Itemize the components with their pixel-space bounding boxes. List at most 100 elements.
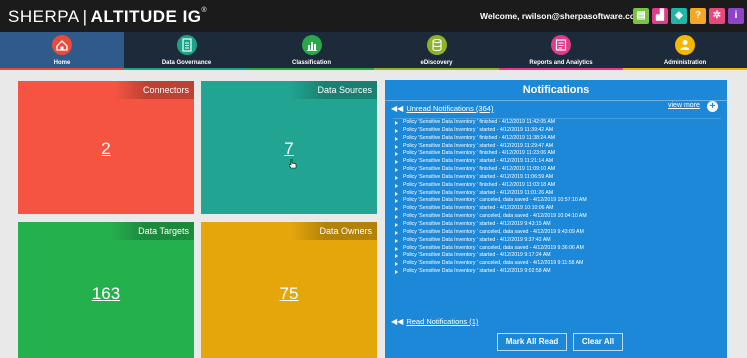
notification-item[interactable]: Policy 'Sensitive Data Inventory ' start… bbox=[393, 268, 721, 276]
caret-right-icon bbox=[395, 152, 398, 157]
brand-mark: ® bbox=[201, 7, 208, 14]
notification-item[interactable]: Policy 'Sensitive Data Inventory ' start… bbox=[393, 143, 721, 151]
caret-right-icon bbox=[395, 121, 398, 125]
chart-icon[interactable]: ▟ bbox=[652, 8, 668, 24]
notification-item[interactable]: Policy 'Sensitive Data Inventory ' cance… bbox=[393, 229, 721, 237]
notification-text: Policy 'Sensitive Data Inventory ' cance… bbox=[403, 244, 584, 251]
tile-value[interactable]: 163 bbox=[18, 284, 194, 304]
info-icon[interactable]: i bbox=[728, 8, 744, 24]
user-menu[interactable]: Welcome, rwilson@sherpasoftware.com▾ bbox=[480, 11, 648, 21]
notification-text: Policy 'Sensitive Data Inventory ' cance… bbox=[403, 213, 587, 220]
notification-item[interactable]: Policy 'Sensitive Data Inventory ' finis… bbox=[393, 166, 721, 174]
notification-text: Policy 'Sensitive Data Inventory ' cance… bbox=[403, 228, 584, 235]
notification-text: Policy 'Sensitive Data Inventory ' cance… bbox=[403, 260, 584, 267]
nav-item-data-governance[interactable]: Data Governance bbox=[124, 32, 249, 70]
nav-item-label: Administration bbox=[663, 60, 707, 66]
notification-item[interactable]: Policy 'Sensitive Data Inventory ' start… bbox=[393, 237, 721, 245]
brand-logo: SHERPA | ALTITUDE IG® bbox=[8, 7, 208, 26]
nav-underline bbox=[623, 68, 747, 70]
nav-item-ediscovery[interactable]: eDiscovery bbox=[374, 32, 499, 70]
document-icon bbox=[176, 35, 197, 55]
notification-text: Policy 'Sensitive Data Inventory ' start… bbox=[403, 126, 554, 133]
notification-item[interactable]: Policy 'Sensitive Data Inventory ' cance… bbox=[393, 245, 721, 253]
nav-item-administration[interactable]: Administration bbox=[623, 32, 747, 70]
double-chevron-left-icon: ◀◀ bbox=[391, 317, 404, 326]
caret-right-icon bbox=[395, 230, 398, 235]
notification-text: Policy 'Sensitive Data Inventory ' start… bbox=[403, 236, 551, 243]
notification-item[interactable]: Policy 'Sensitive Data Inventory ' finis… bbox=[393, 135, 721, 143]
clear-all-button[interactable]: Clear All bbox=[573, 333, 623, 351]
tile-data-owners[interactable]: Data Owners 75 bbox=[201, 222, 377, 358]
main-nav: Home Data Governance Classification eDiscov… bbox=[0, 32, 747, 70]
notifications-list[interactable]: Policy 'Sensitive Data Inventory ' finis… bbox=[393, 118, 721, 307]
notification-text: Policy 'Sensitive Data Inventory ' cance… bbox=[403, 197, 587, 204]
caret-right-icon bbox=[395, 160, 398, 165]
divider bbox=[385, 100, 727, 101]
notification-item[interactable]: Policy 'Sensitive Data Inventory ' finis… bbox=[393, 119, 721, 127]
notification-text: Policy 'Sensitive Data Inventory ' finis… bbox=[403, 119, 556, 125]
tile-value[interactable]: 75 bbox=[201, 284, 377, 304]
nav-item-reports-and-analytics[interactable]: Reports and Analytics bbox=[499, 32, 623, 70]
nav-item-classification[interactable]: Classification bbox=[249, 32, 374, 70]
nav-item-label: Reports and Analytics bbox=[529, 60, 593, 66]
notification-item[interactable]: Policy 'Sensitive Data Inventory ' cance… bbox=[393, 260, 721, 268]
nav-underline bbox=[249, 68, 374, 70]
nav-underline bbox=[124, 68, 249, 70]
read-notifications-link[interactable]: ◀◀ Read Notifications (1) bbox=[391, 317, 478, 326]
home-icon bbox=[52, 35, 72, 55]
doc-icon[interactable]: ▤ bbox=[633, 8, 649, 24]
notification-item[interactable]: Policy 'Sensitive Data Inventory ' start… bbox=[393, 190, 721, 198]
bar-chart-icon bbox=[301, 35, 322, 55]
notification-item[interactable]: Policy 'Sensitive Data Inventory ' start… bbox=[393, 252, 721, 260]
nav-item-label: Data Governance bbox=[161, 60, 212, 66]
nav-item-label: Classification bbox=[291, 60, 331, 66]
plus-circle-icon[interactable]: + bbox=[707, 101, 718, 112]
welcome-text: Welcome, rwilson@sherpasoftware.com bbox=[480, 11, 643, 21]
notification-text: Policy 'Sensitive Data Inventory ' start… bbox=[403, 173, 554, 180]
tile-label: Data Sources bbox=[289, 81, 377, 99]
nav-underline bbox=[374, 68, 499, 70]
tile-data-sources[interactable]: Data Sources 7 bbox=[201, 81, 377, 214]
read-notifications-label: Read Notifications (1) bbox=[406, 317, 479, 326]
notification-text: Policy 'Sensitive Data Inventory ' finis… bbox=[403, 181, 556, 188]
notification-item[interactable]: Policy 'Sensitive Data Inventory ' start… bbox=[393, 158, 721, 166]
tile-value[interactable]: 2 bbox=[18, 139, 194, 159]
notification-item[interactable]: Policy 'Sensitive Data Inventory ' finis… bbox=[393, 182, 721, 190]
caret-right-icon bbox=[395, 262, 398, 267]
caret-right-icon bbox=[395, 183, 398, 188]
notification-item[interactable]: Policy 'Sensitive Data Inventory ' cance… bbox=[393, 197, 721, 205]
notification-item[interactable]: Policy 'Sensitive Data Inventory ' start… bbox=[393, 127, 721, 135]
report-icon bbox=[551, 35, 571, 55]
tile-data-targets[interactable]: Data Targets 163 bbox=[18, 222, 194, 358]
shield-icon[interactable]: ◆ bbox=[671, 8, 687, 24]
nav-item-label: Home bbox=[53, 60, 71, 66]
notification-text: Policy 'Sensitive Data Inventory ' start… bbox=[403, 205, 554, 212]
caret-right-icon bbox=[395, 246, 398, 251]
caret-right-icon bbox=[395, 168, 398, 173]
notification-text: Policy 'Sensitive Data Inventory ' finis… bbox=[403, 166, 556, 173]
pointer-cursor-icon bbox=[289, 159, 297, 169]
help-icon[interactable]: ? bbox=[690, 8, 706, 24]
caret-right-icon bbox=[395, 238, 398, 243]
tile-value[interactable]: 7 bbox=[201, 139, 377, 159]
notification-item[interactable]: Policy 'Sensitive Data Inventory ' finis… bbox=[393, 150, 721, 158]
notifications-panel: Notifications ◀◀ Unread Notifications (36… bbox=[385, 80, 727, 358]
notification-item[interactable]: Policy 'Sensitive Data Inventory ' start… bbox=[393, 205, 721, 213]
caret-right-icon bbox=[395, 144, 398, 149]
tile-connectors[interactable]: Connectors 2 bbox=[18, 81, 194, 214]
nav-underline bbox=[499, 68, 623, 70]
caret-right-icon bbox=[395, 270, 398, 275]
unread-notifications-link[interactable]: ◀◀ Unread Notifications (364) bbox=[391, 104, 493, 113]
notification-item[interactable]: Policy 'Sensitive Data Inventory ' cance… bbox=[393, 213, 721, 221]
brand-name-light: SHERPA bbox=[8, 7, 80, 26]
notification-item[interactable]: Policy 'Sensitive Data Inventory ' start… bbox=[393, 174, 721, 182]
caret-right-icon bbox=[395, 254, 398, 259]
caret-right-icon bbox=[395, 222, 398, 227]
mark-all-read-button[interactable]: Mark All Read bbox=[497, 333, 567, 351]
notification-item[interactable]: Policy 'Sensitive Data Inventory ' start… bbox=[393, 221, 721, 229]
gear-icon[interactable]: ✲ bbox=[709, 8, 725, 24]
brand-name-bold: ALTITUDE IG bbox=[90, 7, 202, 26]
view-more-link[interactable]: view more bbox=[668, 102, 700, 109]
caret-right-icon bbox=[395, 207, 398, 212]
nav-item-home[interactable]: Home bbox=[0, 32, 124, 70]
